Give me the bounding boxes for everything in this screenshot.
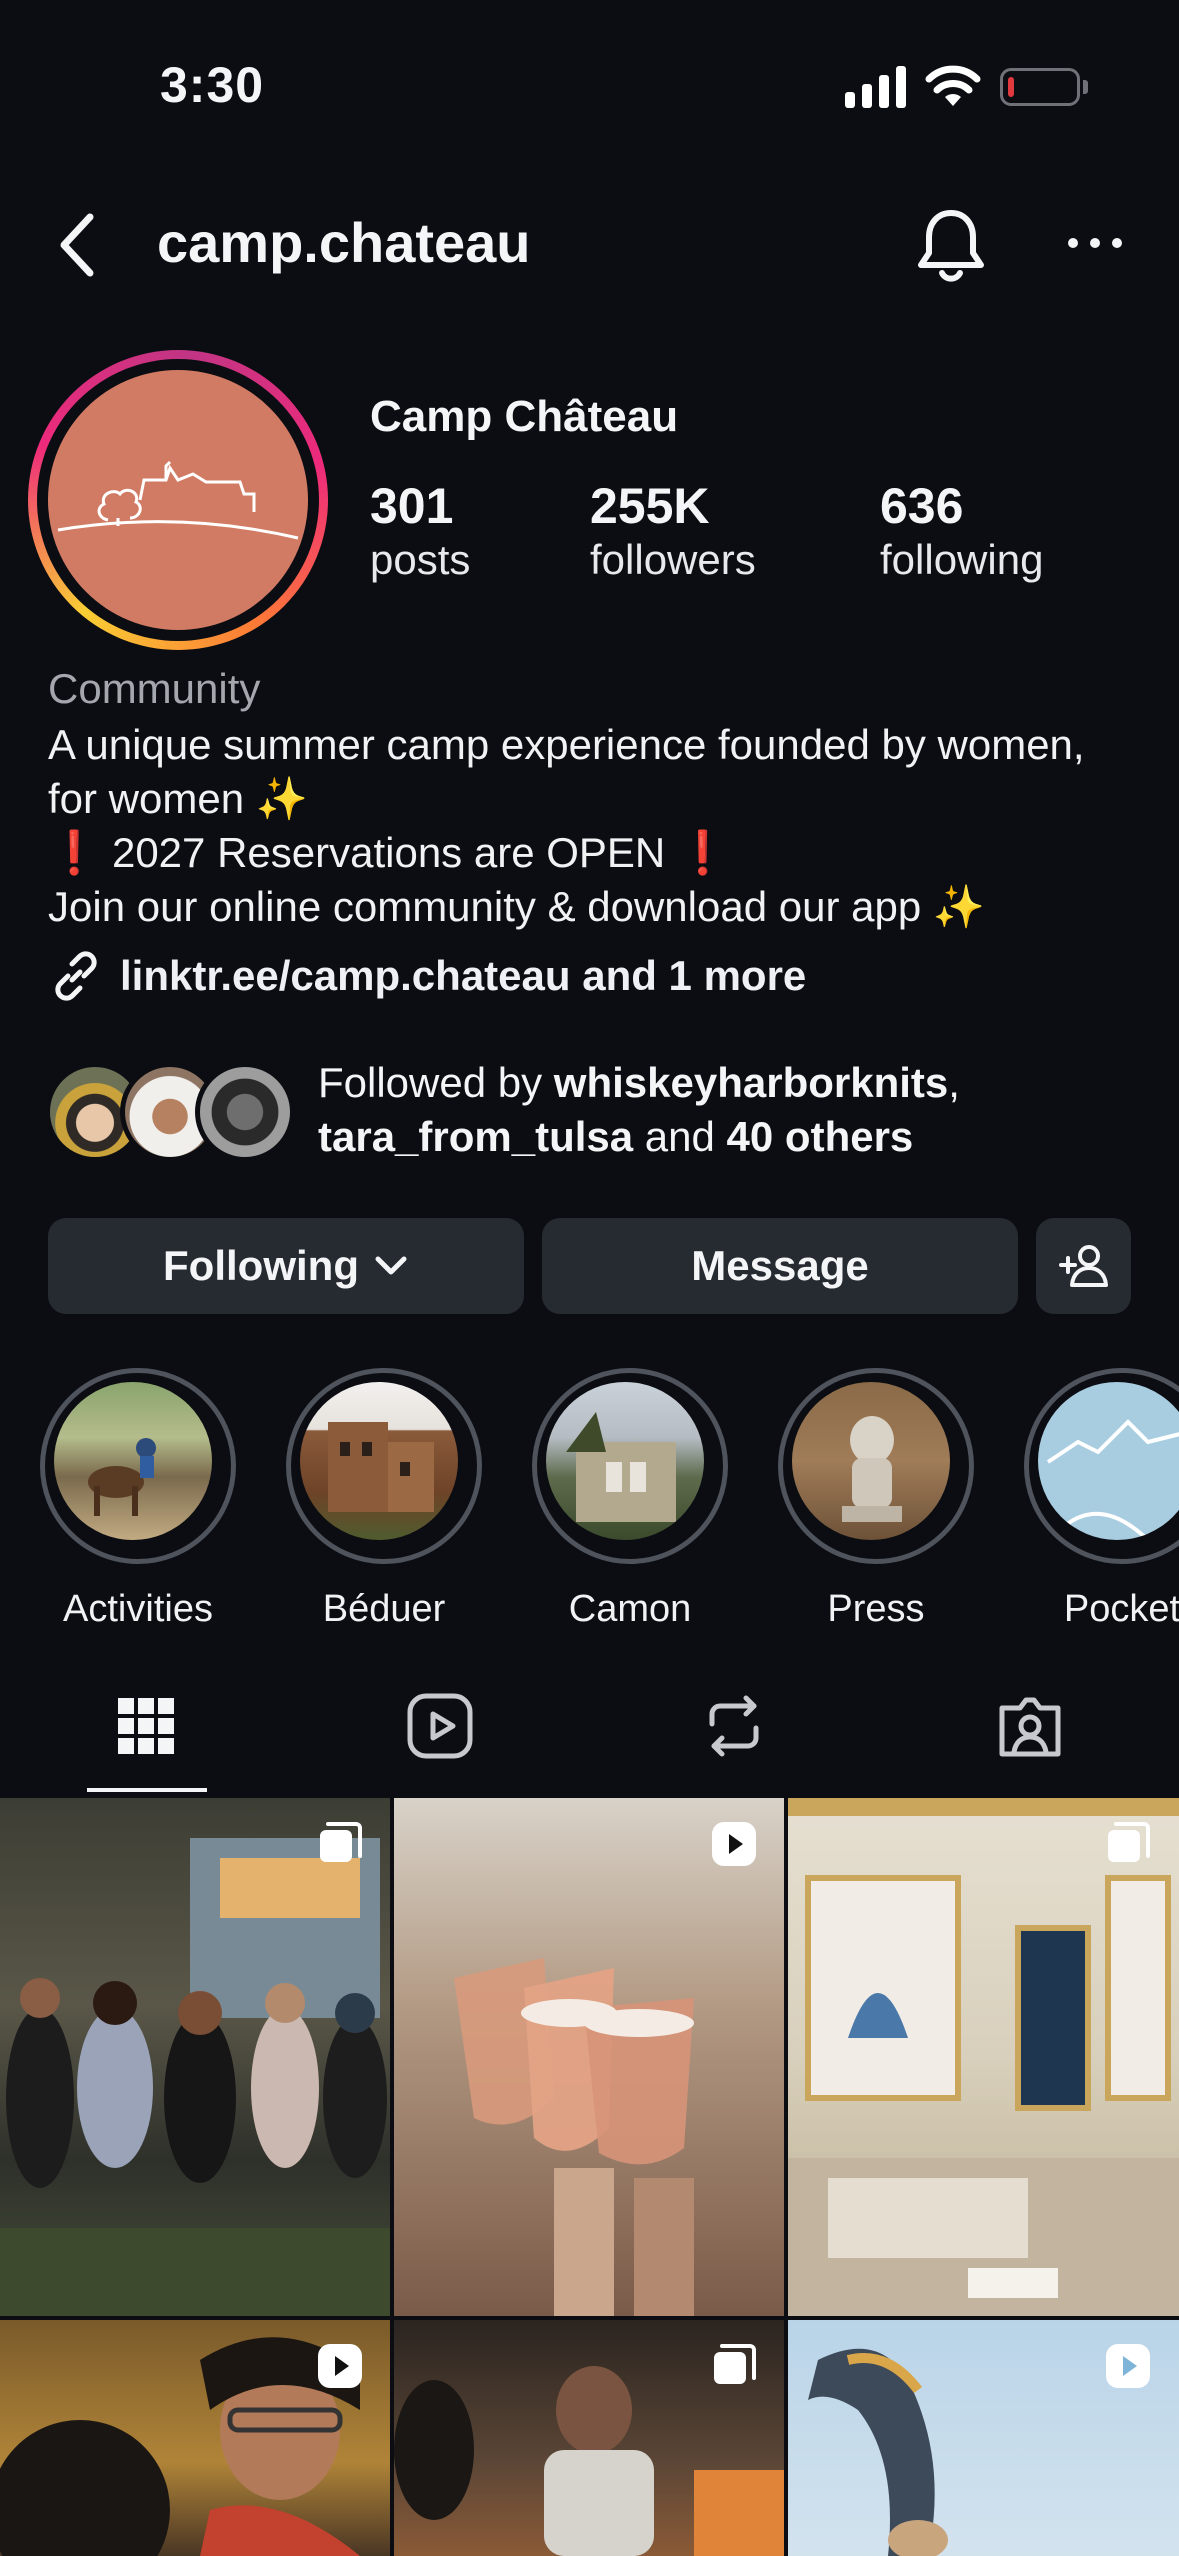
post-image [0,1838,390,2316]
profile-username: camp.chateau [157,211,531,274]
status-time: 3:30 [160,57,265,113]
exclamation-emoji: ❗ [676,829,730,876]
post-tile[interactable] [788,2320,1179,2556]
followed-by-connector: and [644,1113,715,1160]
chateau-logo [57,460,299,540]
exclamation-emoji: ❗ [48,829,101,876]
reel-icon [712,1822,756,1866]
sparkles-emoji: ✨ [932,883,986,930]
following-count[interactable]: 636 following [880,478,1043,586]
active-tab-indicator [87,1788,207,1792]
post-image [454,1958,694,2316]
reposts-icon[interactable] [698,1690,770,1762]
cellular-signal-icon [845,66,906,108]
wifi-icon [925,65,981,106]
bio-line: Join our online community & download our… [48,880,1158,934]
profile-avatar [48,370,308,630]
profile-display-name: Camp Château [370,392,679,441]
message-button-label: Message [691,1242,869,1289]
posts-count-label: posts [370,536,471,583]
post-tile[interactable] [394,2320,784,2556]
bio-text: for women [48,775,245,822]
followers-count-value: 255K [590,478,710,534]
bio-text: Join our online community & download our… [48,883,922,930]
more-options-icon[interactable] [1065,228,1125,258]
profile-link[interactable]: linktr.ee/camp.chateau and 1 more [48,948,806,1004]
highlight-cover [792,1382,950,1540]
bio-line: A unique summer camp experience founded … [48,718,1158,772]
bio-text: 2027 Reservations are OPEN [111,829,666,876]
post-tile[interactable] [0,1798,390,2316]
highlight-label: Camon [568,1588,692,1630]
bio-line: ❗ 2027 Reservations are OPEN ❗ [48,826,1158,880]
mutual-follower-name: whiskeyharborknits [553,1059,949,1106]
notification-bell-icon[interactable] [913,205,989,285]
mutual-followers-text[interactable]: Followed by whiskeyharborknits, tara_fro… [318,1056,960,1164]
add-person-icon [1058,1245,1108,1287]
carousel-icon [320,1822,362,1862]
carousel-icon [1108,1822,1150,1862]
grid-icon[interactable] [110,1690,182,1762]
mutual-followers-others: 40 others [726,1113,914,1160]
followers-count[interactable]: 255K followers [590,478,756,586]
mutual-followers-avatars[interactable] [45,1062,295,1162]
sparkles-emoji: ✨ [255,775,309,822]
status-bar: 3:30 [0,0,1179,160]
followed-by-prefix: Followed by [318,1059,543,1106]
post-image [788,1798,1179,2316]
profile-link-text: linktr.ee/camp.chateau and 1 more [120,952,807,999]
battery-icon [1000,68,1080,106]
highlight-cover [300,1382,458,1540]
highlight-cover [546,1382,704,1540]
message-button[interactable]: Message [542,1218,1018,1314]
highlight-label: Activities [63,1588,213,1630]
following-count-label: following [880,536,1044,583]
posts-count[interactable]: 301 posts [370,478,470,586]
avatar [195,1062,295,1162]
bio-text: A unique summer camp experience founded … [48,721,1085,768]
highlight-label: Press [827,1588,925,1630]
profile-category: Community [48,665,261,712]
following-button[interactable]: Following [48,1218,524,1314]
post-tile[interactable] [394,1798,784,2316]
highlight-cover [54,1382,212,1540]
posts-count-value: 301 [370,478,454,534]
followers-count-label: followers [590,536,756,583]
reel-icon [1106,2344,1150,2388]
profile-bio: A unique summer camp experience founded … [48,718,1158,934]
post-tile[interactable] [788,1798,1179,2316]
battery-level [1008,77,1014,97]
highlight-label: Pocket [1063,1588,1179,1630]
chevron-down-icon [375,1256,407,1275]
post-tile[interactable] [0,2320,390,2556]
mutual-follower-name: tara_from_tulsa [318,1113,634,1160]
reels-icon[interactable] [404,1690,476,1762]
reel-icon [318,2344,362,2388]
highlight-label: Béduer [322,1588,446,1630]
suggested-users-button[interactable] [1036,1218,1131,1314]
bio-line: for women ✨ [48,772,1158,826]
following-button-label: Following [163,1242,359,1289]
carousel-icon [714,2344,756,2384]
tagged-icon[interactable] [994,1690,1066,1762]
back-arrow-icon[interactable] [52,205,102,285]
following-count-value: 636 [880,478,964,534]
battery-tip [1083,80,1088,94]
profile-avatar-story-ring[interactable] [28,350,328,650]
link-icon [55,951,97,1001]
